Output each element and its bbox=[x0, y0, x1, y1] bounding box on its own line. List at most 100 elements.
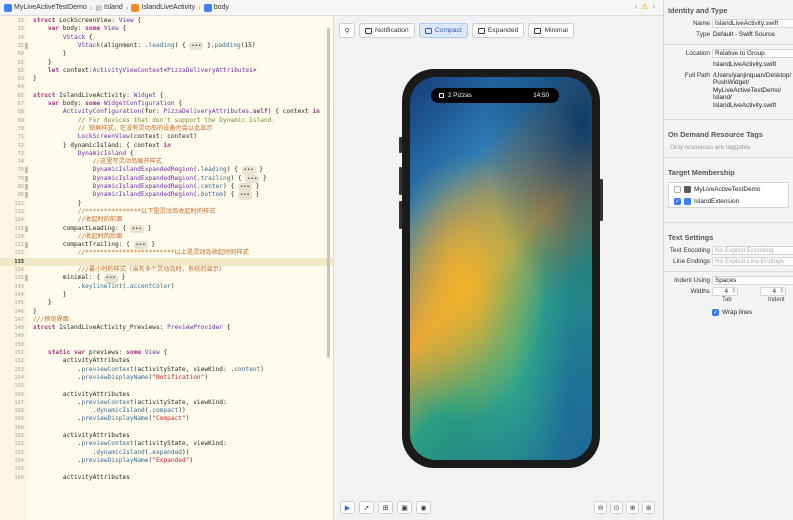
code-line[interactable]: 144 } bbox=[0, 291, 333, 299]
target-checkbox[interactable]: ✓ bbox=[674, 197, 681, 205]
fold-marker[interactable] bbox=[25, 192, 28, 199]
zoom-out-button[interactable]: ⊖ bbox=[594, 501, 607, 514]
code-line[interactable]: 162 .previewContext(activityState, viewK… bbox=[0, 440, 333, 448]
type-select[interactable]: Default - Swift Source bbox=[713, 31, 775, 38]
stepper-arrows-icon[interactable]: ⇕ bbox=[732, 288, 736, 295]
code-line[interactable]: 79 DynamicIslandExpandedRegion(.trailing… bbox=[0, 174, 333, 183]
code-line[interactable]: 147 ///预览界面 bbox=[0, 316, 333, 324]
breadcrumb-project[interactable]: MyLiveActiveTestDemo bbox=[4, 3, 87, 12]
zoom-100-button[interactable]: ⊙ bbox=[610, 501, 623, 514]
code-line[interactable]: 149 bbox=[0, 332, 333, 340]
code-line[interactable]: 60 } bbox=[0, 50, 333, 58]
code-line[interactable]: 113 //***************以下是灵动岛收起时的样式 bbox=[0, 208, 333, 216]
code-line[interactable]: 112 } bbox=[0, 200, 333, 208]
code-line[interactable]: 115 compactLeading: { ••• } bbox=[0, 224, 333, 233]
device-settings-button[interactable]: ▣ bbox=[397, 501, 412, 514]
code-line[interactable]: 61 } bbox=[0, 59, 333, 67]
code-line[interactable]: 165 bbox=[0, 465, 333, 473]
code-line[interactable]: 166 activityAttributes bbox=[0, 474, 333, 482]
code-line[interactable]: 134 ///最小时的样式（当有多个灵动岛时，系统的显示） bbox=[0, 266, 333, 274]
code-line[interactable]: 163 .dynamicIsland(.expanded)) bbox=[0, 449, 333, 457]
code-line[interactable]: 114 //收起时的前面 bbox=[0, 216, 333, 224]
code-line[interactable]: 145 } bbox=[0, 299, 333, 307]
fold-marker[interactable] bbox=[25, 42, 28, 49]
tab-minimal[interactable]: Minimal bbox=[528, 23, 574, 38]
indent-width-stepper[interactable]: 4 ⇕ bbox=[760, 287, 786, 296]
target-row[interactable]: MyLiveActiveTestDemo bbox=[669, 183, 788, 195]
code-line[interactable]: 62 let context:ActivityViewContext<Pizza… bbox=[0, 67, 333, 75]
fold-marker[interactable] bbox=[25, 275, 28, 282]
location-select[interactable]: Relative to Group bbox=[712, 49, 793, 58]
variants-button[interactable]: ⊞ bbox=[378, 501, 393, 514]
code-line[interactable]: 74 //这里写灵动岛展开样式 bbox=[0, 158, 333, 166]
encoding-select[interactable]: No Explicit Encoding bbox=[712, 246, 793, 255]
breadcrumb-symbol[interactable]: body bbox=[203, 3, 229, 12]
warning-icon[interactable]: ⚠ bbox=[641, 2, 648, 11]
endings-select[interactable]: No Explicit Line Endings bbox=[712, 257, 793, 266]
code-line[interactable]: 135 minimal: { ••• } bbox=[0, 274, 333, 283]
code-line[interactable]: 164 .previewDisplayName("Expanded") bbox=[0, 457, 333, 465]
fold-marker[interactable] bbox=[25, 184, 28, 190]
name-field[interactable]: IslandLiveActivity.swift bbox=[712, 19, 793, 28]
code-line[interactable]: 161 activityAttributes bbox=[0, 432, 333, 440]
code-line[interactable]: 143 .keylineTint(.accentColor) bbox=[0, 283, 333, 291]
code-line[interactable]: 68 ActivityConfiguration(for: PizzaDeliv… bbox=[0, 108, 333, 116]
target-row[interactable]: ✓ IslandExtension bbox=[669, 195, 788, 207]
code-line[interactable]: 73 DynamicIsland { bbox=[0, 150, 333, 158]
code-line[interactable]: 150 bbox=[0, 341, 333, 349]
code-line[interactable]: 64 bbox=[0, 83, 333, 91]
fold-marker[interactable] bbox=[25, 167, 28, 174]
wrap-lines-checkbox[interactable]: ✓ bbox=[712, 309, 719, 316]
back-arrow-icon[interactable]: ‹ bbox=[634, 2, 637, 11]
live-preview-button[interactable]: ▶ bbox=[340, 501, 355, 514]
code-line[interactable]: 158 .dynamicIsland(.compact)) bbox=[0, 407, 333, 415]
editor-scrollbar[interactable] bbox=[327, 28, 330, 358]
tab-notification[interactable]: Notification bbox=[359, 23, 415, 38]
stepper-arrows-icon[interactable]: ⇕ bbox=[780, 288, 784, 295]
code-line[interactable]: 15 VStack(alignment: .leading) { ••• }.p… bbox=[0, 41, 333, 51]
current-code-line[interactable]: 133 bbox=[0, 257, 333, 266]
code-line[interactable]: 157 .previewContext(activityState, viewK… bbox=[0, 399, 333, 407]
code-line[interactable]: 152 activityAttributes bbox=[0, 357, 333, 365]
code-line[interactable]: 63} bbox=[0, 75, 333, 83]
fold-marker[interactable] bbox=[25, 175, 28, 182]
code-line[interactable]: 71 LockScreenView(context: context) bbox=[0, 133, 333, 141]
code-line[interactable]: 14 VStack { bbox=[0, 34, 333, 42]
code-line[interactable]: 160 bbox=[0, 424, 333, 432]
fold-marker[interactable] bbox=[25, 225, 28, 232]
code-line[interactable]: 69 // For devices that don't support the… bbox=[0, 117, 333, 125]
fold-marker[interactable] bbox=[25, 242, 28, 249]
code-line[interactable]: 148 struct IslandLiveActivity_Previews: P… bbox=[0, 324, 333, 332]
target-checkbox[interactable] bbox=[674, 185, 681, 193]
code-line[interactable]: 70 // 锁屏样式，在没有灵动岛的设备也会以此显示 bbox=[0, 125, 333, 133]
preview-on-device-button[interactable]: ◉ bbox=[416, 501, 431, 514]
code-line[interactable]: 153 .previewContext(activityState, viewK… bbox=[0, 366, 333, 374]
tab-width-stepper[interactable]: 4 ⇕ bbox=[712, 287, 738, 296]
code-line[interactable]: 155 bbox=[0, 382, 333, 390]
breadcrumb-file[interactable]: IslandLiveActivity bbox=[131, 3, 195, 12]
code-line[interactable]: 154 .previewDisplayName("Notification") bbox=[0, 374, 333, 382]
indent-select[interactable]: Spaces bbox=[712, 276, 793, 285]
zoom-fit-button[interactable]: ⊛ bbox=[642, 501, 655, 514]
code-line[interactable]: 120 //收起时的后面 bbox=[0, 233, 333, 241]
code-line[interactable]: 85 DynamicIslandExpandedRegion(.bottom) … bbox=[0, 191, 333, 200]
selectable-mode-button[interactable]: ➚ bbox=[359, 501, 374, 514]
breadcrumb-folder[interactable]: ▤ Island bbox=[95, 4, 122, 12]
code-line[interactable]: 13 var body: some View { bbox=[0, 25, 333, 33]
code-line[interactable]: 72 } dynamicIsland: { context in bbox=[0, 142, 333, 150]
code-line[interactable]: 156 activityAttributes bbox=[0, 391, 333, 399]
code-line[interactable]: 65 struct IslandLiveActivity: Widget { bbox=[0, 92, 333, 100]
code-line[interactable]: 151 static var previews: some View { bbox=[0, 349, 333, 357]
code-editor[interactable]: 12 struct LockScreenView: View {13 var bo… bbox=[0, 16, 333, 520]
code-line[interactable]: 146} bbox=[0, 308, 333, 316]
tab-expanded[interactable]: Expanded bbox=[471, 23, 525, 38]
tab-compact[interactable]: Compact bbox=[418, 23, 468, 38]
zoom-in-button[interactable]: ⊕ bbox=[626, 501, 639, 514]
code-line[interactable]: 12 struct LockScreenView: View { bbox=[0, 17, 333, 25]
code-line[interactable]: 132 //************************以上是灵动岛收起时的… bbox=[0, 249, 333, 257]
forward-arrow-icon[interactable]: › bbox=[652, 2, 655, 11]
code-line[interactable]: 159 .previewDisplayName("Compact") bbox=[0, 415, 333, 423]
pin-preview-button[interactable]: ⚲ bbox=[339, 23, 355, 38]
code-line[interactable]: 75 DynamicIslandExpandedRegion(.leading)… bbox=[0, 166, 333, 175]
code-line[interactable]: 82 DynamicIslandExpandedRegion(.center) … bbox=[0, 183, 333, 192]
